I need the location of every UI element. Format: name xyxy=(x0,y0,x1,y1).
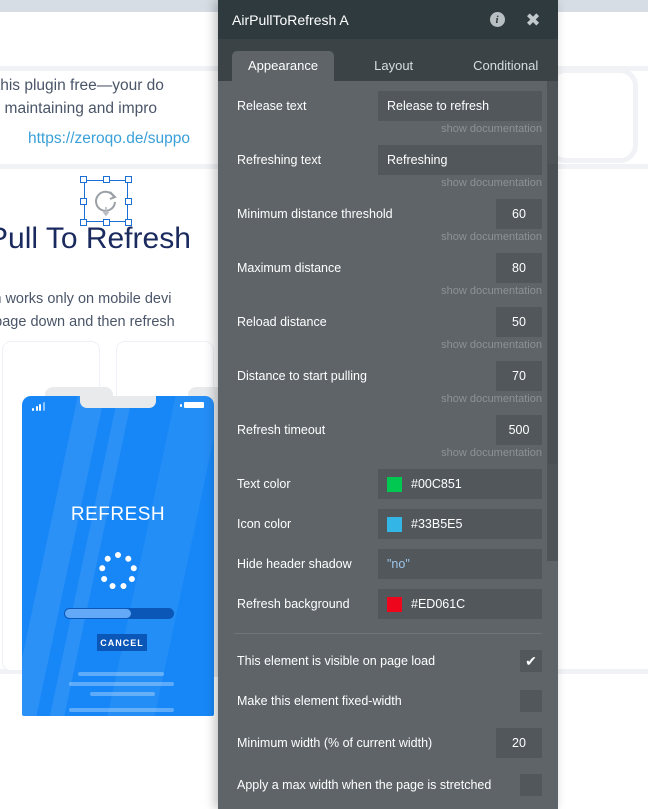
refresh-arrow-icon xyxy=(95,190,117,217)
max-width-stretched-checkbox[interactable] xyxy=(520,774,542,796)
property-row-text-color: Text color #00C851 xyxy=(218,469,558,499)
spinner-icon xyxy=(98,551,138,591)
setting-row-fixed-width: Make this element fixed-width xyxy=(218,688,558,714)
signal-icon xyxy=(32,402,45,411)
body-line-2: he page down and then refresh xyxy=(0,314,175,330)
tab-appearance[interactable]: Appearance xyxy=(232,51,335,81)
phone-notch xyxy=(80,396,156,408)
minimum-width-input[interactable]: 20 xyxy=(496,728,542,758)
panel-scrollbar-track[interactable] xyxy=(547,81,558,561)
setting-label: Make this element fixed-width xyxy=(237,694,402,708)
color-value: #00C851 xyxy=(411,477,462,491)
property-row-minimum-distance-threshold: Minimum distance threshold 60 xyxy=(218,199,558,229)
refresh-timeout-input[interactable]: 500 xyxy=(496,415,542,445)
screenshot-root: keep this plugin free—your do ntinue mai… xyxy=(0,0,648,809)
text-color-input[interactable]: #00C851 xyxy=(378,469,542,499)
phone-screen-title: REFRESH xyxy=(70,504,166,525)
show-documentation-link[interactable]: show documentation xyxy=(218,283,558,297)
panel-title: AirPullToRefresh A xyxy=(232,11,349,28)
show-documentation-link[interactable]: show documentation xyxy=(218,445,558,459)
property-row-maximum-distance: Maximum distance 80 xyxy=(218,253,558,283)
release-text-input[interactable]: Release to refresh xyxy=(378,91,542,121)
panel-body: Release text Release to refresh show doc… xyxy=(218,81,558,809)
page-heading: Pull To Refresh xyxy=(0,222,191,255)
show-documentation-link[interactable]: show documentation xyxy=(218,391,558,405)
setting-row-minimum-width: Minimum width (% of current width) 20 xyxy=(218,728,558,758)
fixed-width-checkbox[interactable] xyxy=(520,690,542,712)
tab-layout[interactable]: Layout xyxy=(358,51,429,81)
color-swatch xyxy=(387,516,402,532)
resize-handle-w[interactable] xyxy=(80,197,87,205)
panel-tabs: Appearance Layout Conditional xyxy=(218,39,558,81)
refreshing-text-input[interactable]: Refreshing xyxy=(378,145,542,175)
panel-header: AirPullToRefresh A i ✖ xyxy=(218,0,558,39)
color-swatch xyxy=(387,476,402,492)
property-label: Minimum distance threshold xyxy=(237,207,393,221)
battery-icon xyxy=(180,402,204,408)
property-editor-panel: AirPullToRefresh A i ✖ Appearance Layout… xyxy=(218,0,558,809)
property-row-refresh-background: Refresh background #ED061C xyxy=(218,589,558,619)
property-row-refresh-timeout: Refresh timeout 500 xyxy=(218,415,558,445)
cancel-button[interactable]: CANCEL xyxy=(97,634,147,651)
property-label: Refreshing text xyxy=(237,153,322,167)
show-documentation-link[interactable]: show documentation xyxy=(218,121,558,135)
selected-plugin-element[interactable] xyxy=(80,176,132,226)
property-label: Distance to start pulling xyxy=(237,369,367,383)
progress-bar xyxy=(64,608,174,619)
property-label: Refresh timeout xyxy=(237,423,326,437)
section-divider xyxy=(234,633,542,634)
property-label: Maximum distance xyxy=(237,261,342,275)
reload-distance-input[interactable]: 50 xyxy=(496,307,542,337)
property-row-hide-header-shadow: Hide header shadow "no" xyxy=(218,549,558,579)
close-icon[interactable]: ✖ xyxy=(522,9,544,31)
show-documentation-link[interactable]: show documentation xyxy=(218,229,558,243)
refresh-background-input[interactable]: #ED061C xyxy=(378,589,542,619)
property-label: Reload distance xyxy=(237,315,327,329)
property-row-distance-to-start-pulling: Distance to start pulling 70 xyxy=(218,361,558,391)
resize-handle-ne[interactable] xyxy=(125,176,132,183)
body-line-1: ugin works only on mobile devi xyxy=(0,291,172,307)
phone-mockup: REFRESH CANCEL xyxy=(22,396,214,716)
resize-handle-e[interactable] xyxy=(125,197,132,205)
color-value: #ED061C xyxy=(411,597,466,611)
resize-handle-nw[interactable] xyxy=(80,176,87,183)
panel-scrollbar-thumb[interactable] xyxy=(548,164,557,464)
setting-row-max-width-stretched: Apply a max width when the page is stret… xyxy=(218,772,558,798)
icon-color-input[interactable]: #33B5E5 xyxy=(378,509,542,539)
page-body-text: ugin works only on mobile devi he page d… xyxy=(0,288,175,334)
property-row-refreshing-text: Refreshing text Refreshing xyxy=(218,145,558,175)
visible-on-page-load-checkbox[interactable]: ✔ xyxy=(520,650,542,672)
color-swatch xyxy=(387,596,402,612)
hide-header-shadow-input[interactable]: "no" xyxy=(378,549,542,579)
setting-label: This element is visible on page load xyxy=(237,654,436,668)
info-icon[interactable]: i xyxy=(486,9,508,31)
setting-label: Minimum width (% of current width) xyxy=(237,736,433,750)
resize-handle-n[interactable] xyxy=(102,176,110,183)
property-row-icon-color: Icon color #33B5E5 xyxy=(218,509,558,539)
property-label: Refresh background xyxy=(237,597,350,611)
property-label: Hide header shadow xyxy=(237,557,352,571)
distance-to-start-pulling-input[interactable]: 70 xyxy=(496,361,542,391)
property-label: Text color xyxy=(237,477,291,491)
setting-label: Apply a max width when the page is stret… xyxy=(237,778,492,792)
setting-row-visible-on-page-load: This element is visible on page load ✔ xyxy=(218,648,558,674)
adjacent-element-outline xyxy=(548,68,638,163)
property-label: Icon color xyxy=(237,517,292,531)
tab-conditional[interactable]: Conditional xyxy=(457,51,554,81)
color-value: #33B5E5 xyxy=(411,517,463,531)
show-documentation-link[interactable]: show documentation xyxy=(218,337,558,351)
property-label: Release text xyxy=(237,99,307,113)
show-documentation-link[interactable]: show documentation xyxy=(218,175,558,189)
check-icon: ✔ xyxy=(525,653,537,669)
property-row-release-text: Release text Release to refresh xyxy=(218,91,558,121)
maximum-distance-input[interactable]: 80 xyxy=(496,253,542,283)
minimum-distance-threshold-input[interactable]: 60 xyxy=(496,199,542,229)
support-link[interactable]: https://zeroqo.de/suppo xyxy=(28,130,190,148)
property-row-reload-distance: Reload distance 50 xyxy=(218,307,558,337)
